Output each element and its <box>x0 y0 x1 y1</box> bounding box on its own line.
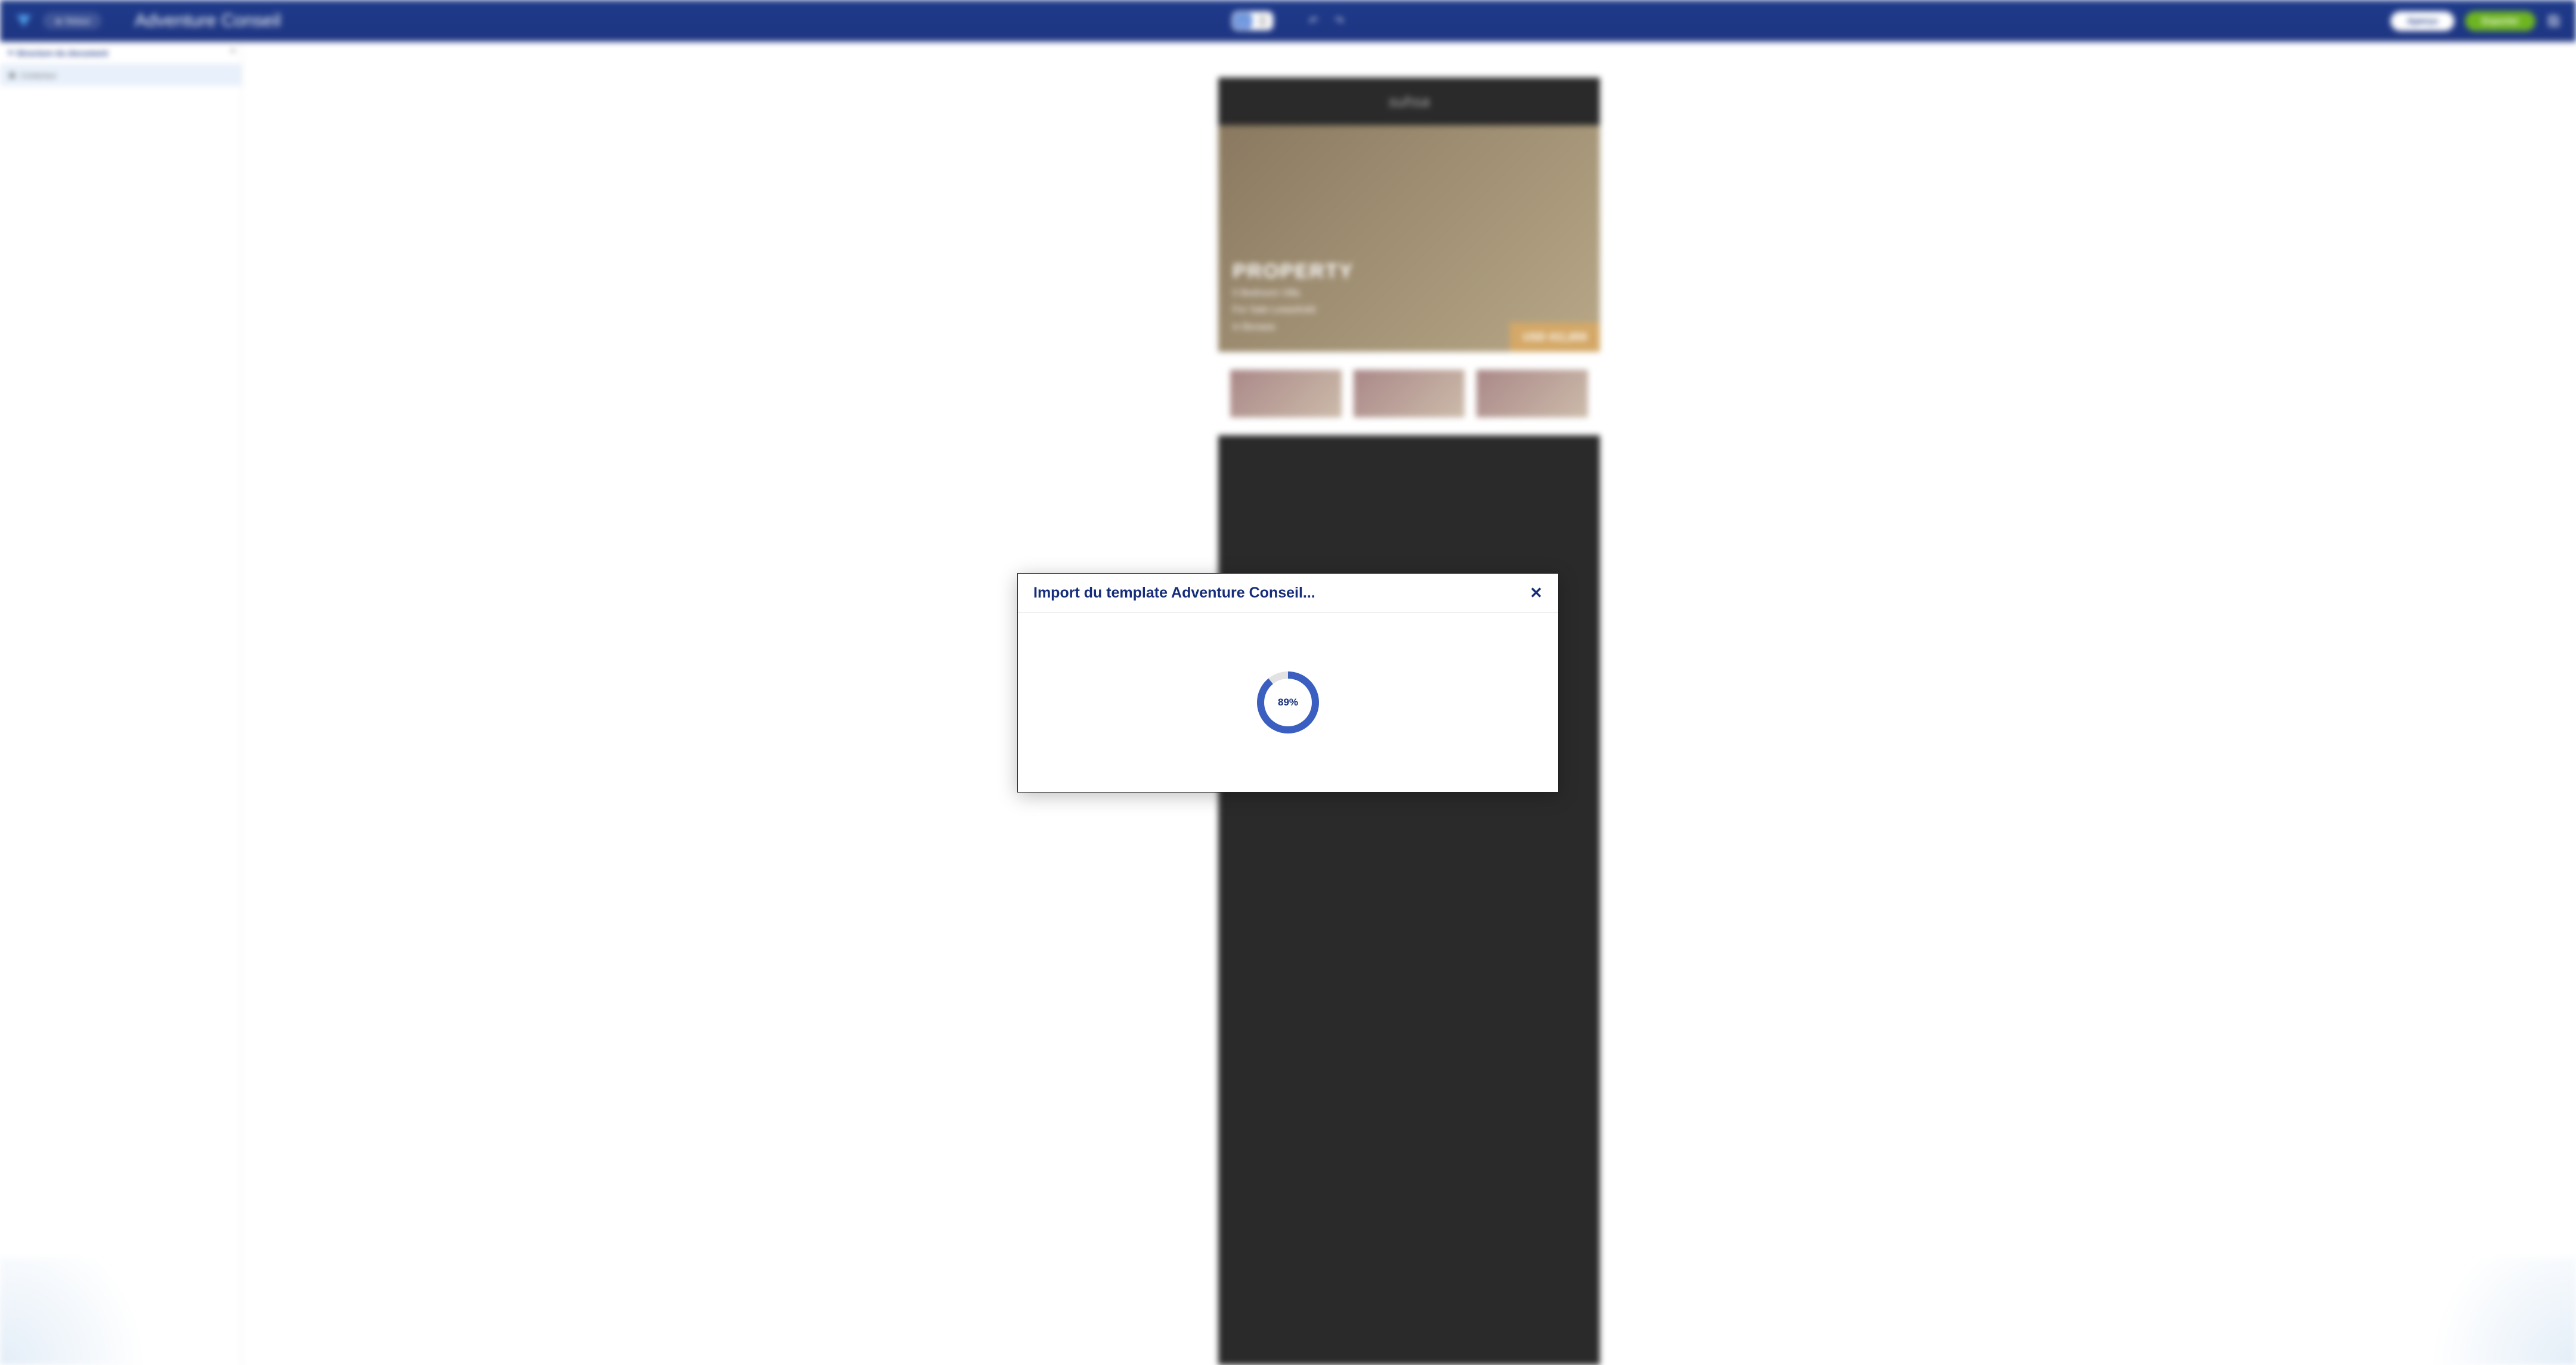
mobile-view-button[interactable] <box>1253 13 1271 29</box>
header-right-controls: Aperçu Exporter <box>2391 11 2562 31</box>
undo-icon[interactable]: ↶ <box>1309 15 1318 27</box>
header-center-controls: ↶ ↷ <box>1232 11 1343 30</box>
redo-icon[interactable]: ↷ <box>1335 15 1344 27</box>
app-logo-icon <box>14 11 33 30</box>
export-button[interactable]: Exporter <box>2465 11 2535 31</box>
doc-thumbnails <box>1218 352 1600 435</box>
container-icon: ▣ <box>8 70 16 80</box>
hero-line1: 5 Bedroom Villa <box>1233 287 1586 300</box>
thumbnail-1 <box>1230 370 1342 417</box>
back-label: Retour <box>66 16 91 26</box>
export-label: Exporter <box>2482 16 2519 26</box>
chevron-down-icon[interactable]: ▾ <box>8 48 13 58</box>
top-header: ◄ Retour Adventure Conseil ↶ ↷ <box>0 0 2576 42</box>
sidebar: ▾ Structure du document « ▣ Conteneur <box>0 42 242 1365</box>
doc-hero-image: PROPERTY 5 Bedroom Villa For Sale Leaseh… <box>1218 125 1600 352</box>
app-root: ◄ Retour Adventure Conseil ↶ ↷ <box>0 0 2576 1365</box>
desktop-view-button[interactable] <box>1234 13 1252 29</box>
decorative-corner-left <box>0 1258 179 1365</box>
decorative-corner-right <box>2397 1258 2576 1365</box>
preview-label: Aperçu <box>2407 16 2438 26</box>
modal-title: Import du template Adventure Conseil... <box>1033 584 1315 602</box>
back-arrow-icon: ◄ <box>54 16 62 26</box>
thumbnail-3 <box>1476 370 1588 417</box>
sidebar-collapse-icon[interactable]: « <box>230 45 236 56</box>
doc-brand-bar: suhsa <box>1218 78 1600 125</box>
price-badge: USD 411,859 <box>1510 323 1600 352</box>
import-modal: Import du template Adventure Conseil... … <box>1017 573 1559 793</box>
undo-redo-group: ↶ ↷ <box>1309 15 1343 27</box>
device-view-toggle <box>1232 11 1273 30</box>
sidebar-item-label: Conteneur <box>20 71 57 80</box>
document-title: Adventure Conseil <box>135 11 281 31</box>
sidebar-item-container[interactable]: ▣ Conteneur <box>0 64 242 86</box>
back-button[interactable]: ◄ Retour <box>43 13 101 29</box>
save-icon[interactable] <box>2546 13 2562 29</box>
modal-body: 89% <box>1018 613 1558 792</box>
doc-brand-text: suhsa <box>1388 92 1429 111</box>
modal-close-button[interactable]: ✕ <box>1530 585 1543 601</box>
hero-title: PROPERTY <box>1233 260 1586 283</box>
close-icon: ✕ <box>1530 584 1543 602</box>
progress-indicator: 89% <box>1256 671 1320 734</box>
thumbnail-2 <box>1354 370 1465 417</box>
sidebar-header: ▾ Structure du document « <box>0 42 242 64</box>
preview-button[interactable]: Aperçu <box>2391 11 2455 31</box>
sidebar-title: Structure du document <box>16 48 108 58</box>
modal-header: Import du template Adventure Conseil... … <box>1018 574 1558 613</box>
hero-line2: For Sale Leasehold <box>1233 304 1586 317</box>
progress-percent-label: 89% <box>1256 671 1320 734</box>
